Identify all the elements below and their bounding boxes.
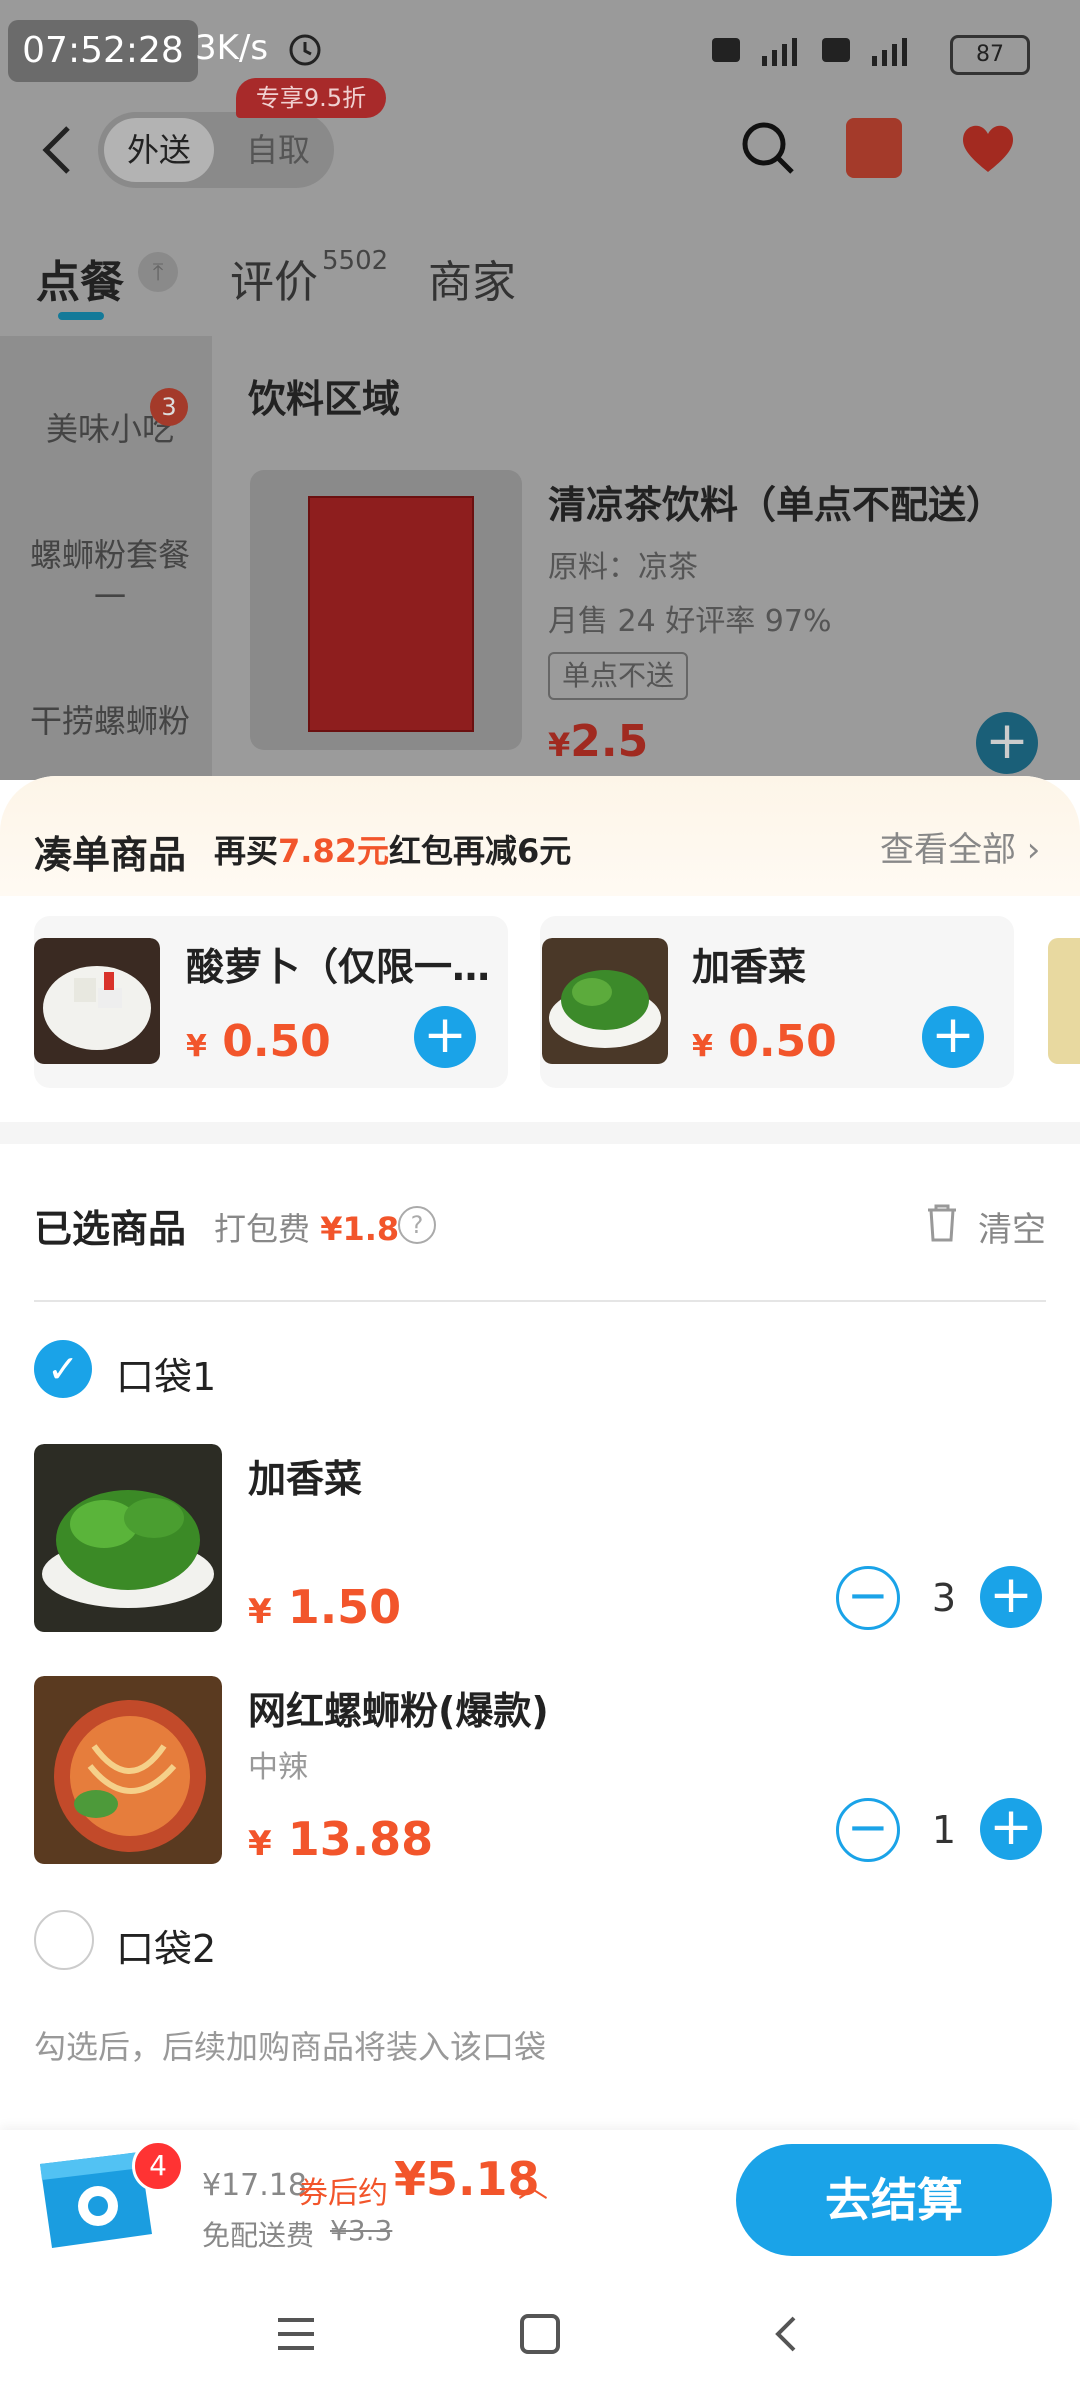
original-total: ¥17.18 <box>202 2168 307 2203</box>
decrease-quantity-button[interactable]: − <box>836 1798 900 1862</box>
tab-reviews[interactable]: 评价 <box>230 246 318 310</box>
increase-quantity-button[interactable]: + <box>980 1798 1042 1860</box>
collapse-icon[interactable]: ⤒ <box>138 252 178 292</box>
view-all-link[interactable]: 查看全部 › <box>880 822 1040 871</box>
tab-order[interactable]: 点餐 <box>36 246 124 310</box>
cart-item-price: ¥ 13.88 <box>248 1812 434 1866</box>
luosifen-item-image[interactable] <box>34 1676 222 1864</box>
tab-pickup[interactable]: 自取 <box>228 118 328 182</box>
section-divider <box>0 1122 1080 1144</box>
section-title: 饮料区域 <box>248 377 401 421</box>
trash-icon[interactable] <box>924 1202 960 1242</box>
bag1-checkbox[interactable]: ✓ <box>34 1340 92 1398</box>
promo-badge: 专享9.5折 <box>236 78 386 118</box>
addon-item-name: 酸萝卜（仅限一… <box>186 945 491 989</box>
bag2-label: 口袋2 <box>116 1927 217 1971</box>
product-price: ¥2.5 <box>548 716 649 767</box>
product-name[interactable]: 清凉茶饮料（单点不配送） <box>548 474 1004 529</box>
bag2-checkbox[interactable] <box>34 1910 94 1970</box>
sidebar-item-combo1[interactable]: 螺蛳粉套餐一 <box>20 534 200 618</box>
battery-indicator: 87 <box>950 35 1030 75</box>
sidebar-badge: 3 <box>150 388 188 426</box>
chevron-up-icon[interactable]: ︿ <box>518 2162 548 2206</box>
favorite-heart-icon[interactable] <box>958 120 1018 176</box>
signal-icons <box>712 38 907 66</box>
reviews-count: 5502 <box>322 246 389 276</box>
addon-description: 再买7.82元红包再减6元 <box>214 832 572 870</box>
status-time: 07:52:28 <box>8 20 198 82</box>
bag-hint: 勾选后，后续加购商品将装入该口袋 <box>34 2028 547 2066</box>
bag1-label: 口袋1 <box>116 1355 217 1399</box>
product-tag: 单点不送 <box>548 652 688 700</box>
addon-add-button[interactable]: + <box>922 1006 984 1068</box>
network-speed: 3K/s <box>195 28 269 68</box>
cilantro-image <box>542 938 668 1064</box>
increase-quantity-button[interactable]: + <box>980 1566 1042 1628</box>
addon-item-price: ¥ 0.50 <box>186 1016 331 1067</box>
selected-title: 已选商品 <box>34 1207 187 1251</box>
checkout-button[interactable]: 去结算 <box>736 2144 1052 2256</box>
tab-delivery[interactable]: 外送 <box>104 118 214 182</box>
back-arrow-icon[interactable] <box>30 120 90 180</box>
product-image[interactable] <box>250 470 522 750</box>
cilantro-item-image[interactable] <box>34 1444 222 1632</box>
free-shipping-label: 免配送费 <box>202 2219 315 2252</box>
addon-card-pickled-radish[interactable]: 酸萝卜（仅限一… ¥ 0.50 + <box>34 916 508 1088</box>
alarm-icon <box>289 34 321 66</box>
divider <box>34 1300 1046 1302</box>
decrease-quantity-button[interactable]: − <box>836 1566 900 1630</box>
sidebar-item-dry-noodle[interactable]: 干捞螺蛳粉 <box>20 700 200 742</box>
red-packet-icon[interactable] <box>846 118 902 178</box>
addon-card-cilantro[interactable]: 加香菜 ¥ 0.50 + <box>540 916 1014 1088</box>
after-coupon-label: 券后约 <box>298 2176 388 2211</box>
pickled-radish-image <box>34 938 160 1064</box>
system-back-icon[interactable] <box>764 2312 808 2356</box>
addon-title: 凑单商品 <box>34 833 187 877</box>
help-icon[interactable]: ? <box>398 1206 436 1244</box>
shipping-original: ¥3.3 <box>330 2214 393 2247</box>
packing-fee: 打包费 ¥1.8 <box>214 1210 400 1248</box>
home-icon[interactable] <box>518 2312 562 2356</box>
product-add-button[interactable]: + <box>976 712 1038 774</box>
quantity-value: 1 <box>931 1808 957 1852</box>
product-sales: 月售 24 好评率 97% <box>548 604 832 639</box>
cart-item-price: ¥ 1.50 <box>248 1580 402 1634</box>
search-icon[interactable] <box>738 118 798 178</box>
cart-item-name: 加香菜 <box>248 1457 363 1501</box>
cart-count-badge: 4 <box>132 2140 184 2192</box>
menu-icon[interactable] <box>274 2314 318 2354</box>
quantity-value: 3 <box>931 1576 957 1620</box>
addon-add-button[interactable]: + <box>414 1006 476 1068</box>
addon-card-partial[interactable] <box>1048 938 1080 1064</box>
tab-merchant[interactable]: 商家 <box>428 246 516 310</box>
cart-item-name: 网红螺蛳粉(爆款) <box>248 1689 549 1733</box>
tab-underline <box>58 312 104 320</box>
clear-button[interactable]: 清空 <box>978 1202 1046 1251</box>
addon-item-name: 加香菜 <box>692 945 807 989</box>
cart-item-spec: 中辣 <box>248 1750 308 1785</box>
addon-item-price: ¥ 0.50 <box>692 1016 837 1067</box>
product-ingredients: 原料：凉茶 <box>548 550 698 585</box>
